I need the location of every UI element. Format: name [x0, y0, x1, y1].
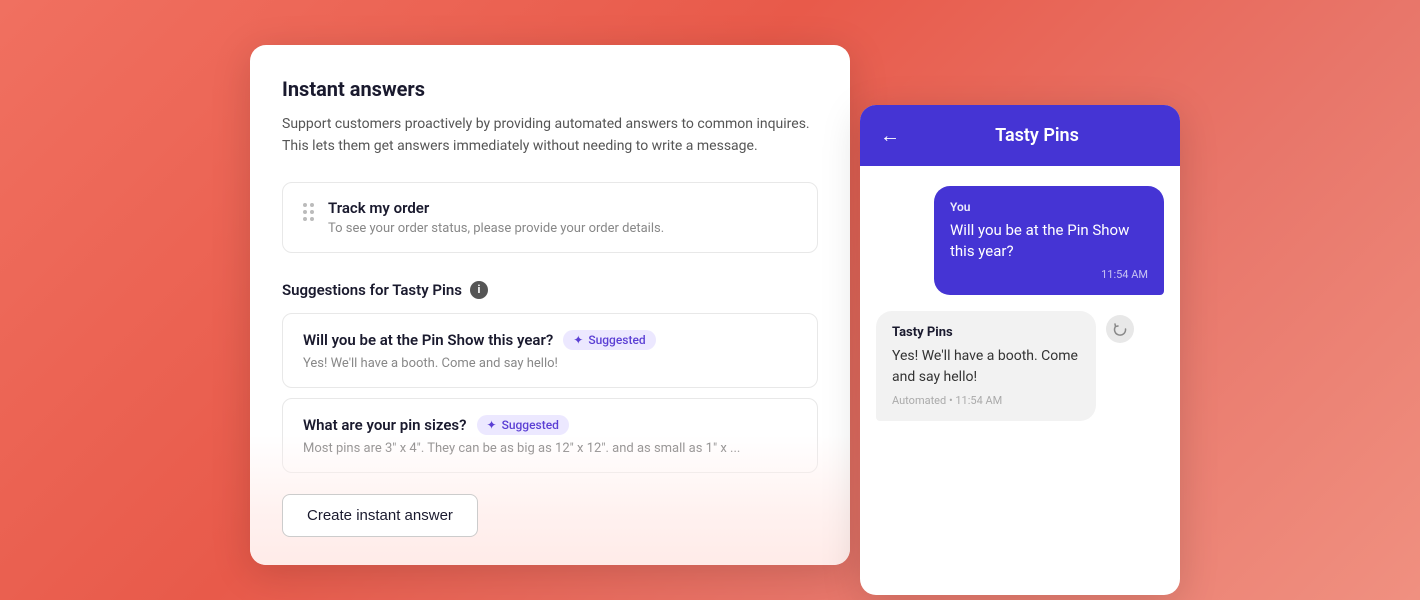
track-order-title: Track my order: [328, 199, 664, 217]
suggestion-card-2-title: What are your pin sizes?: [303, 416, 467, 434]
chat-body: You Will you be at the Pin Show this yea…: [860, 166, 1180, 441]
create-instant-answer-button[interactable]: Create instant answer: [282, 494, 478, 537]
instant-answers-panel: Instant answers Support customers proact…: [250, 45, 850, 565]
suggestion-card-2-header: What are your pin sizes? ✦ Suggested: [303, 415, 797, 435]
suggested-badge-1-label: Suggested: [588, 333, 645, 347]
chat-header: ← Tasty Pins: [860, 105, 1180, 166]
track-order-content: Track my order To see your order status,…: [328, 199, 664, 236]
drag-icon: [303, 203, 314, 221]
suggested-badge-2: ✦ Suggested: [477, 415, 569, 435]
track-order-card[interactable]: Track my order To see your order status,…: [282, 182, 818, 253]
bot-message-container: Tasty Pins Yes! We'll have a booth. Come…: [876, 311, 1164, 421]
suggestions-header: Suggestions for Tasty Pins i: [282, 281, 818, 299]
user-message-time: 11:54 AM: [950, 268, 1148, 281]
refresh-icon[interactable]: [1106, 315, 1134, 343]
suggestion-card-1[interactable]: Will you be at the Pin Show this year? ✦…: [282, 313, 818, 388]
main-container: Instant answers Support customers proact…: [250, 45, 1170, 565]
bot-message-text: Yes! We'll have a booth. Come and say he…: [892, 346, 1080, 388]
sparkle-icon-1: ✦: [573, 333, 583, 347]
chat-title: Tasty Pins: [914, 125, 1160, 146]
suggestions-title: Suggestions for Tasty Pins: [282, 281, 462, 299]
bot-name: Tasty Pins: [892, 325, 1080, 340]
bottom-fade: Create instant answer: [250, 435, 850, 565]
chat-panel: ← Tasty Pins You Will you be at the Pin …: [860, 105, 1180, 595]
suggested-badge-2-label: Suggested: [502, 418, 559, 432]
bot-message-meta: Automated • 11:54 AM: [892, 394, 1080, 407]
panel-title: Instant answers: [282, 77, 818, 101]
bot-message: Tasty Pins Yes! We'll have a booth. Come…: [876, 311, 1096, 421]
info-icon: i: [470, 281, 488, 299]
user-message: You Will you be at the Pin Show this yea…: [934, 186, 1164, 295]
suggestion-card-1-text: Yes! We'll have a booth. Come and say he…: [303, 356, 797, 371]
suggestion-card-1-title: Will you be at the Pin Show this year?: [303, 331, 553, 349]
user-label: You: [950, 200, 1148, 214]
suggested-badge-1: ✦ Suggested: [563, 330, 655, 350]
suggestion-card-1-header: Will you be at the Pin Show this year? ✦…: [303, 330, 797, 350]
sparkle-icon-2: ✦: [487, 418, 497, 432]
user-message-text: Will you be at the Pin Show this year?: [950, 220, 1148, 262]
panel-description: Support customers proactively by providi…: [282, 113, 818, 158]
track-order-subtitle: To see your order status, please provide…: [328, 221, 664, 236]
chat-back-button[interactable]: ←: [880, 123, 900, 148]
